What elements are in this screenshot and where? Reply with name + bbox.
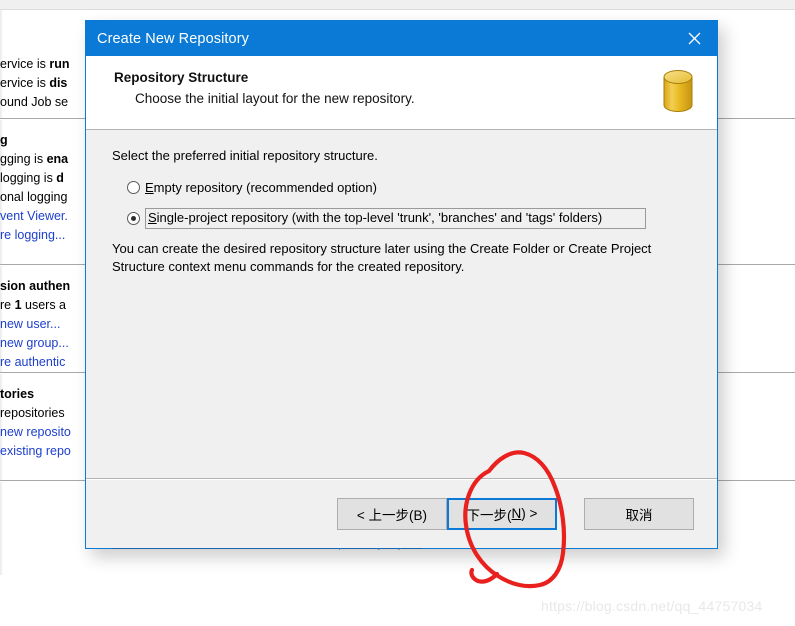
dialog-header-title: Repository Structure: [114, 70, 249, 85]
bg-line-pre: ervice is: [0, 76, 50, 90]
bg-line-pre: repositories: [0, 406, 65, 420]
bg-line-post: users a: [21, 298, 67, 312]
background-toolbar-strip: [0, 0, 795, 10]
back-button[interactable]: < 上一步(B): [337, 497, 447, 530]
next-button-label-pre: 下一步(: [466, 507, 512, 523]
dialog-title: Create New Repository: [97, 30, 249, 47]
dialog-header-subtitle: Choose the initial layout for the new re…: [135, 91, 415, 106]
bg-line-pre: gging is: [0, 152, 47, 166]
bg-line-pre: logging is: [0, 171, 57, 185]
bg-line-pre: ervice is: [0, 57, 50, 71]
bg-line-pre: onal logging: [0, 190, 68, 204]
intro-text: Select the preferred initial repository …: [112, 148, 378, 163]
bg-line-strong: dis: [49, 76, 68, 90]
description-text: You can create the desired repository st…: [112, 241, 652, 274]
radio-label-text: mpty repository (recommended option): [153, 179, 377, 195]
radio-accel-key: S: [148, 210, 157, 225]
radio-indicator: [127, 212, 140, 225]
bg-line-pre: re: [0, 298, 15, 312]
radio-label-empty-repository: Empty repository (recommended option): [145, 180, 377, 196]
bg-line-strong: d: [56, 171, 64, 185]
radio-label-text: ingle-project repository (with the top-l…: [156, 210, 603, 225]
bg-line-strong: 1: [14, 298, 22, 312]
dialog-header: Repository Structure Choose the initial …: [86, 56, 717, 130]
watermark-text: https://blog.csdn.net/qq_44757034: [541, 598, 763, 614]
radio-accel-key: E: [145, 179, 154, 195]
radio-empty-repository[interactable]: Empty repository (recommended option): [127, 178, 717, 197]
dialog-body: Select the preferred initial repository …: [86, 130, 717, 550]
screenshot-root: ervice is run ervice is dis ound Job se …: [0, 0, 795, 626]
bg-line-pre: ound Job se: [0, 95, 69, 109]
next-button[interactable]: 下一步(N) >: [447, 497, 557, 530]
bg-line-strong: run: [49, 57, 70, 71]
dialog-footer: < 上一步(B) 下一步(N) > 取消: [86, 478, 717, 548]
radio-single-project-repository[interactable]: Single-project repository (with the top-…: [127, 208, 717, 229]
next-button-accel-key: N: [511, 506, 522, 521]
close-icon[interactable]: [671, 21, 717, 56]
database-cylinder-icon: [661, 68, 695, 114]
dialog-titlebar: Create New Repository: [86, 21, 717, 56]
next-button-label-post: ) >: [521, 506, 538, 521]
cancel-button[interactable]: 取消: [584, 497, 694, 530]
radio-indicator: [127, 181, 140, 194]
radio-label-single-project-repository: Single-project repository (with the top-…: [145, 208, 646, 229]
create-new-repository-dialog: Create New Repository Repository Structu…: [85, 20, 718, 550]
bg-line-strong: ena: [46, 152, 69, 166]
